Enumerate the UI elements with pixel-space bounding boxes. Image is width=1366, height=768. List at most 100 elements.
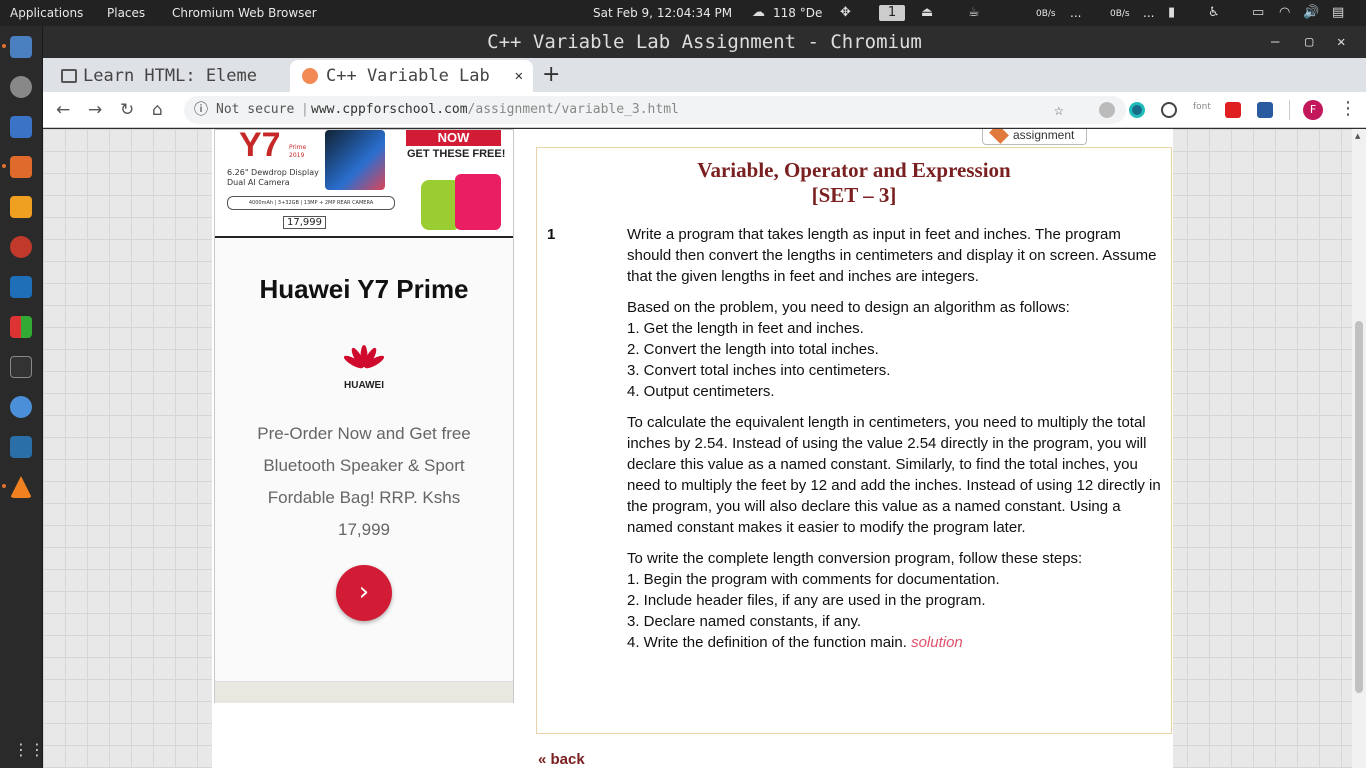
clipboard-icon[interactable]: ▮ xyxy=(1168,5,1175,21)
writer-icon[interactable] xyxy=(10,116,32,138)
running-indicator xyxy=(2,484,6,488)
places-menu[interactable]: Places xyxy=(107,6,145,20)
info-icon[interactable]: ⓘ xyxy=(194,96,208,124)
maximize-button[interactable]: ▢ xyxy=(1305,26,1313,58)
assignment-title-line2: [SET – 3] xyxy=(811,183,897,207)
show-apps-grid-icon[interactable]: ⋮⋮ xyxy=(13,740,45,759)
program-step: 1. Begin the program with comments for d… xyxy=(627,571,1000,588)
question-body: Write a program that takes length as inp… xyxy=(627,224,1162,663)
bookmark-star-icon[interactable]: ☆ xyxy=(1054,96,1064,124)
menu-kebab-icon[interactable]: ⋮ xyxy=(1339,98,1357,119)
tab-close-icon[interactable]: ✕ xyxy=(515,60,523,92)
banner-phone-image xyxy=(325,130,385,190)
wifi-icon[interactable]: ◠ xyxy=(1279,5,1290,21)
scrollbar-thumb[interactable] xyxy=(1355,321,1363,693)
sublime-text-icon[interactable] xyxy=(10,196,32,218)
workspace-grid-icon[interactable]: ✥ xyxy=(840,5,851,21)
tab-learn-html[interactable]: Learn HTML: Eleme xyxy=(53,60,289,92)
weather-icon: ☁ xyxy=(752,5,765,20)
caffeine-icon[interactable]: ☕ xyxy=(968,5,980,21)
scroll-up-arrow-icon[interactable]: ▲ xyxy=(1355,132,1360,140)
banner-specs: 4000mAh | 3+32GB | 13MP + 2MP REAR CAMER… xyxy=(227,196,395,210)
banner-free: GET THESE FREE! xyxy=(407,148,506,160)
ad-title[interactable]: Huawei Y7 Prime xyxy=(215,274,513,305)
virtualbox-icon[interactable] xyxy=(10,436,32,458)
disks-icon[interactable] xyxy=(10,76,32,98)
solution-link[interactable]: solution xyxy=(911,634,963,651)
eject-icon[interactable]: ⏏ xyxy=(921,5,933,21)
back-link[interactable]: « back xyxy=(538,751,585,768)
advertisement-panel[interactable]: Y7 Prime 2019 6.26" Dewdrop Display Dual… xyxy=(214,129,514,703)
extension-icon-4[interactable] xyxy=(1225,102,1241,118)
problem-statement: Write a program that takes length as inp… xyxy=(627,226,1157,285)
page-content: Y7 Prime 2019 6.26" Dewdrop Display Dual… xyxy=(212,129,1173,768)
software-store-icon[interactable] xyxy=(10,156,32,178)
cppforschool-favicon-icon xyxy=(302,68,318,84)
algorithm-step: 4. Output centimeters. xyxy=(627,383,775,400)
application-dock: ⋮⋮ xyxy=(0,26,45,768)
workspace-indicator[interactable]: 1 xyxy=(879,5,905,21)
close-button[interactable]: ✕ xyxy=(1337,26,1345,58)
tab-label: Learn HTML: Eleme xyxy=(83,66,257,86)
tab-label: C++ Variable Lab xyxy=(326,66,490,86)
net-ellipsis: ... xyxy=(1070,6,1082,20)
url-domain: www.cppforschool.com xyxy=(311,102,468,117)
steps-intro: To write the complete length conversion … xyxy=(627,550,1083,567)
new-tab-button[interactable]: + xyxy=(542,60,560,90)
program-step: 2. Include header files, if any are used… xyxy=(627,592,986,609)
assignment-logo-text: assignment xyxy=(1013,129,1075,142)
address-bar[interactable]: ⓘ Not secure | www.cppforschool.com/assi… xyxy=(184,96,1126,124)
url-separator: | xyxy=(301,102,309,117)
running-indicator xyxy=(2,164,6,168)
assignment-title-line1: Variable, Operator and Expression xyxy=(697,158,1011,182)
tab-strip: Learn HTML: Eleme C++ Variable Lab ✕ + xyxy=(43,58,1366,92)
codecademy-favicon-icon xyxy=(61,69,77,83)
weather-text[interactable]: 118 °De xyxy=(773,6,822,20)
active-app-menu[interactable]: Chromium Web Browser xyxy=(172,6,317,20)
clock[interactable]: Sat Feb 9, 12:04:34 PM xyxy=(593,6,732,20)
assignment-logo-icon xyxy=(989,129,1009,144)
applications-menu[interactable]: Applications xyxy=(10,6,83,20)
volume-icon[interactable]: 🔊 xyxy=(1303,5,1319,21)
algorithm-intro: Based on the problem, you need to design… xyxy=(627,299,1070,316)
running-indicator xyxy=(2,44,6,48)
window-title: C++ Variable Lab Assignment - Chromium xyxy=(487,31,922,53)
ad-banner-image[interactable]: Y7 Prime 2019 6.26" Dewdrop Display Dual… xyxy=(215,130,513,238)
algorithm-step: 2. Convert the length into total inches. xyxy=(627,341,879,358)
font-extension-icon[interactable]: font xyxy=(1193,102,1211,112)
display-icon[interactable]: ▭ xyxy=(1252,5,1264,21)
vertical-scrollbar[interactable]: ▲ xyxy=(1352,129,1366,768)
terminal-icon[interactable] xyxy=(10,356,32,378)
reload-icon[interactable]: ↻ xyxy=(120,100,134,120)
extension-icon-2[interactable] xyxy=(1129,102,1145,118)
chromium-icon[interactable] xyxy=(10,396,32,418)
vscode-icon[interactable] xyxy=(10,276,32,298)
tab-cpp-variable-lab[interactable]: C++ Variable Lab ✕ xyxy=(290,60,533,92)
net-down-speed: 0B/s xyxy=(1036,9,1056,19)
banner-display: 6.26" Dewdrop Display Dual AI Camera xyxy=(227,168,319,187)
files-icon[interactable] xyxy=(10,36,32,58)
home-icon[interactable]: ⌂ xyxy=(152,100,163,120)
vlc-icon[interactable] xyxy=(10,476,32,498)
games-icon[interactable] xyxy=(10,316,32,338)
extension-icon-5[interactable] xyxy=(1257,102,1273,118)
screenshot-icon[interactable] xyxy=(10,236,32,258)
net-up-speed: 0B/s xyxy=(1110,9,1130,19)
profile-avatar[interactable]: F xyxy=(1303,100,1323,120)
speedometer-icon[interactable] xyxy=(1161,102,1177,118)
ad-description: Pre-Order Now and Get free Bluetooth Spe… xyxy=(257,424,471,539)
assignment-logo[interactable]: assignment xyxy=(982,129,1087,145)
algorithm-step: 1. Get the length in feet and inches. xyxy=(627,320,864,337)
program-step: 3. Declare named constants, if any. xyxy=(627,613,862,630)
extension-icon-1[interactable] xyxy=(1099,102,1115,118)
minimize-button[interactable]: – xyxy=(1271,26,1279,58)
battery-icon[interactable]: ▤ xyxy=(1332,5,1344,21)
accessibility-icon[interactable]: ♿ xyxy=(1208,5,1220,21)
ad-next-arrow-button[interactable]: › xyxy=(336,565,392,621)
net-ellipsis-2: ... xyxy=(1143,6,1155,20)
steps-section: To write the complete length conversion … xyxy=(627,548,1162,653)
forward-arrow-icon[interactable]: → xyxy=(88,100,102,120)
url-text[interactable]: www.cppforschool.com/assignment/variable… xyxy=(311,96,679,124)
back-arrow-icon[interactable]: ← xyxy=(56,100,70,120)
browser-toolbar: ← → ↻ ⌂ ⓘ Not secure | www.cppforschool.… xyxy=(43,92,1366,128)
